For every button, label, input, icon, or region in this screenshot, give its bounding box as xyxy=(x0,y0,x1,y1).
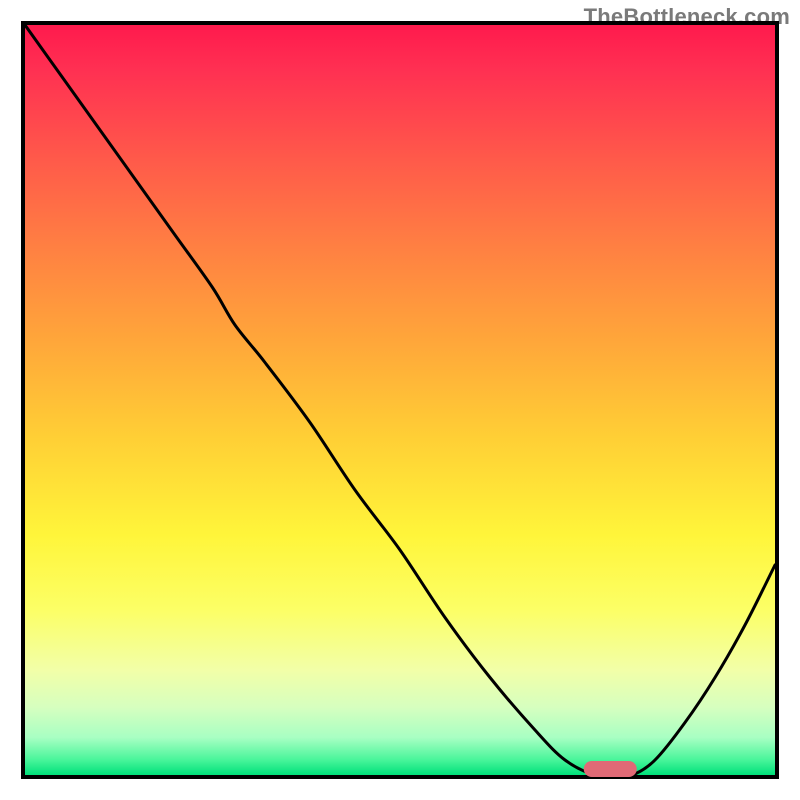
plot-frame xyxy=(21,21,779,779)
bottleneck-curve xyxy=(25,25,775,775)
optimum-marker xyxy=(584,761,637,777)
